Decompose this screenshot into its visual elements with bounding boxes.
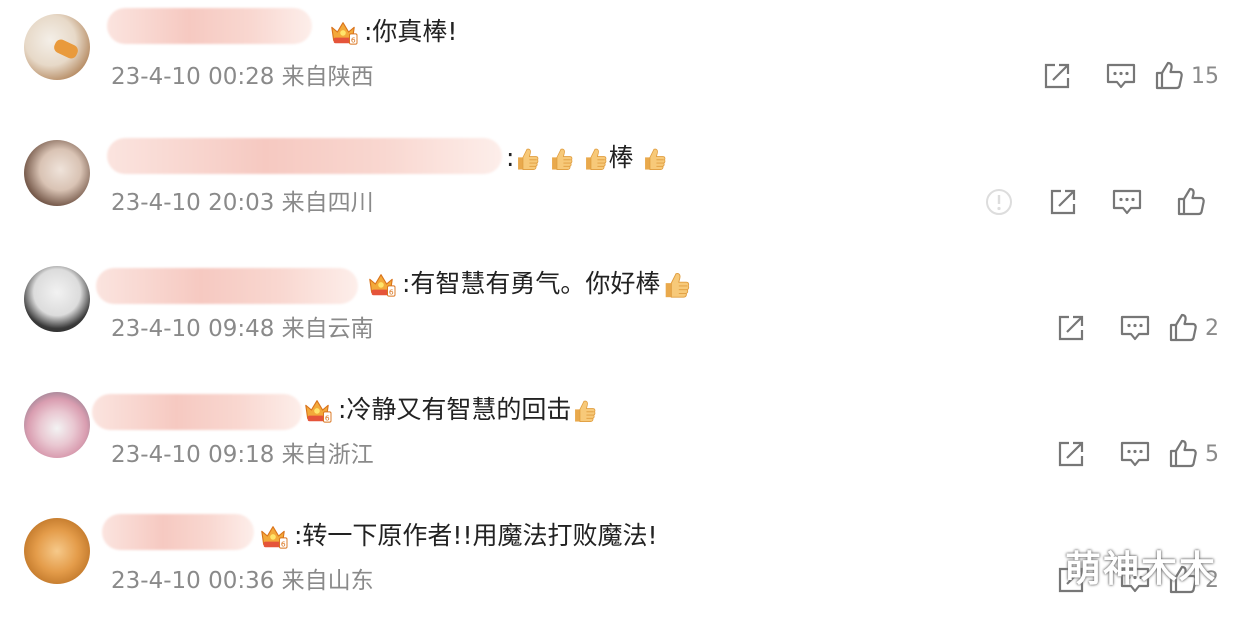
comment-text: :冷静又有智慧的回击 bbox=[338, 394, 597, 426]
comment-text: :你真棒! bbox=[364, 17, 458, 46]
comment-item: :冷静又有智慧的回击 23-4-10 09:18 来自浙江 5 bbox=[0, 378, 1237, 504]
avatar[interactable] bbox=[24, 140, 90, 206]
comment-text: :有智慧有勇气。你好棒 bbox=[402, 268, 692, 300]
like-icon[interactable] bbox=[1167, 312, 1199, 344]
vip-crown-icon bbox=[258, 522, 288, 550]
comment-item: :有智慧有勇气。你好棒 23-4-10 09:48 来自云南 2 bbox=[0, 252, 1237, 378]
comment-meta: 23-4-10 00:28 来自陕西 bbox=[111, 64, 374, 90]
avatar[interactable] bbox=[24, 392, 90, 458]
avatar[interactable] bbox=[24, 518, 90, 584]
comment-actions: 2 bbox=[1039, 310, 1223, 346]
watermark: 萌神木木 bbox=[1064, 549, 1217, 590]
share-icon[interactable] bbox=[1039, 310, 1103, 346]
comment-text: :棒 bbox=[506, 142, 667, 174]
comment-text-suffix: 棒 bbox=[608, 143, 634, 172]
comment-icon[interactable] bbox=[1103, 310, 1167, 346]
like-icon[interactable] bbox=[1167, 438, 1199, 470]
comment-actions bbox=[967, 184, 1223, 220]
comment-icon[interactable] bbox=[1089, 58, 1153, 94]
comment-meta: 23-4-10 20:03 来自四川 bbox=[111, 190, 374, 216]
vip-crown-icon bbox=[366, 270, 396, 298]
thumbs-up-emoji bbox=[514, 145, 540, 173]
username-blurred[interactable] bbox=[107, 138, 502, 174]
comment-item: :转一下原作者!!用魔法打败魔法! 23-4-10 00:36 来自山东 2 bbox=[0, 504, 1237, 630]
like-count: 15 bbox=[1191, 63, 1219, 89]
report-icon[interactable] bbox=[967, 184, 1031, 220]
like-count: 5 bbox=[1205, 441, 1219, 467]
like-button[interactable]: 15 bbox=[1153, 60, 1223, 92]
like-button[interactable]: 5 bbox=[1167, 438, 1223, 470]
comment-text-colon: : bbox=[506, 143, 515, 172]
share-icon[interactable] bbox=[1031, 184, 1095, 220]
comment-icon[interactable] bbox=[1095, 184, 1159, 220]
thumbs-up-emoji bbox=[641, 145, 667, 173]
comment-item: :棒 23-4-10 20:03 来自四川 bbox=[0, 126, 1237, 252]
comment-actions: 5 bbox=[1039, 436, 1223, 472]
comment-icon[interactable] bbox=[1103, 436, 1167, 472]
comment-meta: 23-4-10 00:36 来自山东 bbox=[111, 568, 374, 594]
comment-item: :你真棒! 23-4-10 00:28 来自陕西 15 bbox=[0, 0, 1237, 126]
thumbs-up-emoji bbox=[571, 397, 597, 425]
username-blurred[interactable] bbox=[92, 394, 302, 430]
thumbs-up-emoji bbox=[582, 145, 608, 173]
vip-crown-icon bbox=[328, 18, 358, 46]
comment-meta: 23-4-10 09:18 来自浙江 bbox=[111, 442, 374, 468]
comment-text: :转一下原作者!!用魔法打败魔法! bbox=[294, 521, 658, 550]
like-count: 2 bbox=[1205, 315, 1219, 341]
thumbs-up-emoji bbox=[548, 145, 574, 173]
username-blurred[interactable] bbox=[102, 514, 254, 550]
like-icon[interactable] bbox=[1175, 186, 1207, 218]
share-icon[interactable] bbox=[1039, 436, 1103, 472]
thumbs-up-emoji bbox=[660, 270, 692, 300]
like-icon[interactable] bbox=[1153, 60, 1185, 92]
username-blurred[interactable] bbox=[107, 8, 312, 44]
share-icon[interactable] bbox=[1025, 58, 1089, 94]
comment-text-body: :有智慧有勇气。你好棒 bbox=[402, 269, 661, 298]
comment-meta: 23-4-10 09:48 来自云南 bbox=[111, 316, 374, 342]
like-button[interactable] bbox=[1159, 184, 1223, 220]
comment-actions: 15 bbox=[1025, 58, 1223, 94]
vip-crown-icon bbox=[302, 396, 332, 424]
avatar[interactable] bbox=[24, 266, 90, 332]
username-blurred[interactable] bbox=[96, 268, 358, 304]
like-button[interactable]: 2 bbox=[1167, 312, 1223, 344]
comment-text-body: :冷静又有智慧的回击 bbox=[338, 395, 572, 424]
avatar[interactable] bbox=[24, 14, 90, 80]
